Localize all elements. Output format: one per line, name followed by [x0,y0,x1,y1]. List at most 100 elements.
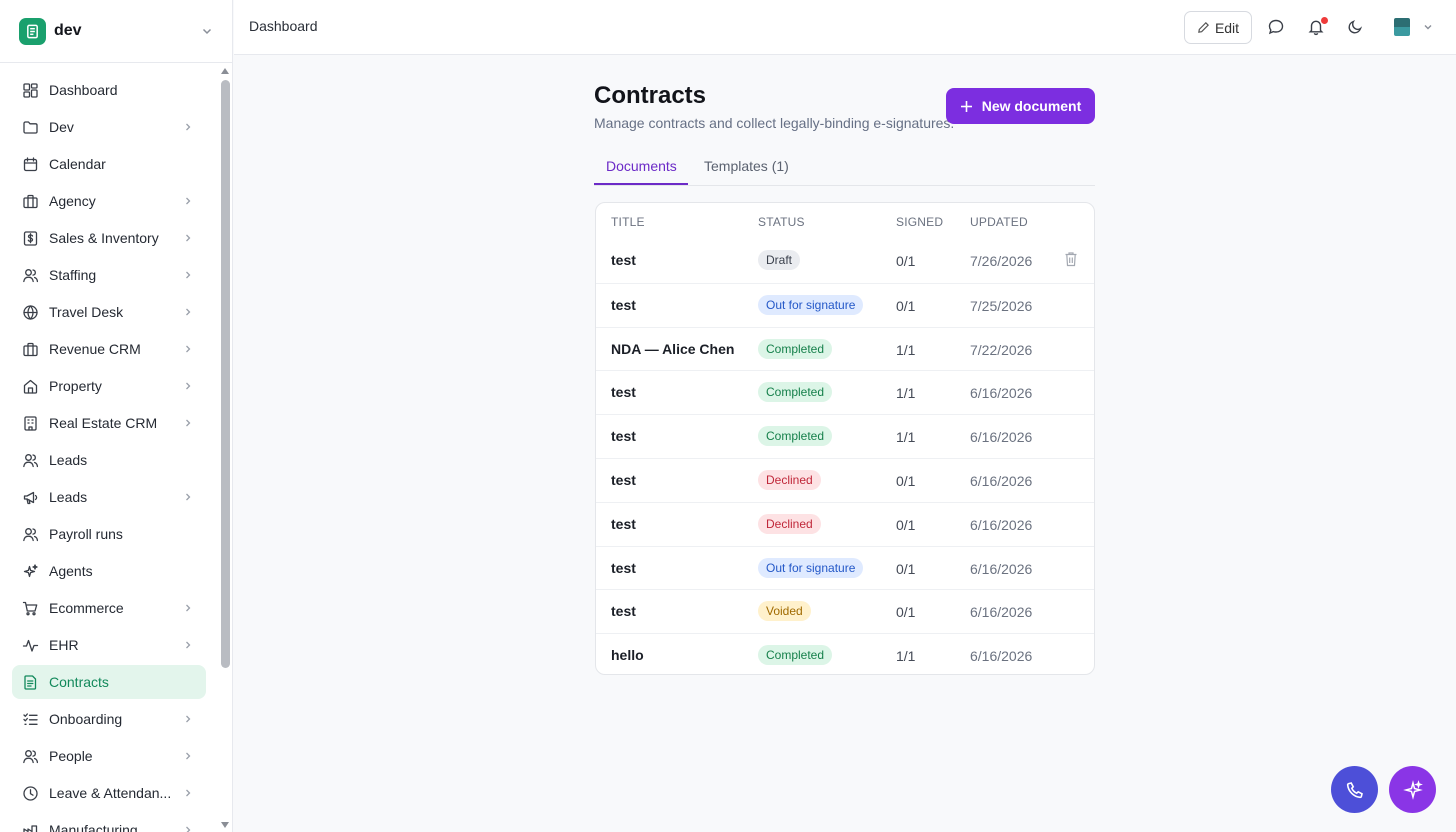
sidebar-item-manufacturing[interactable]: Manufacturing [12,813,206,832]
chat-icon[interactable] [1267,18,1285,36]
table-row[interactable]: test Completed 1/1 6/16/2026 [596,370,1094,414]
status-cell: Out for signature [758,557,864,578]
phone-icon [1346,781,1363,798]
sidebar-item-ehr[interactable]: EHR [12,628,206,662]
sidebar-item-travel-desk[interactable]: Travel Desk [12,295,206,329]
chevron-right-icon [186,715,191,723]
sidebar-item-payroll-runs[interactable]: Payroll runs [12,517,206,551]
signed-count: 0/1 [896,604,916,621]
sidebar-item-label: Agency [49,193,96,209]
table-row[interactable]: test Voided 0/1 6/16/2026 [596,589,1094,633]
sidebar-item-label: Property [49,378,102,394]
table-row[interactable]: hello Completed 1/1 6/16/2026 [596,633,1094,674]
sidebar-item-staffing[interactable]: Staffing [12,258,206,292]
sidebar-item-dashboard[interactable]: Dashboard [12,73,206,107]
activity-icon [22,639,39,652]
table-row[interactable]: test Declined 0/1 6/16/2026 [596,458,1094,502]
chevron-down-icon[interactable] [1422,21,1434,33]
sidebar-item-leads[interactable]: Leads [12,480,206,514]
document-title[interactable]: test [611,516,636,532]
users-icon [23,749,39,763]
tab-documents[interactable]: Documents [606,158,677,174]
sidebar-item-label: Leads [49,489,88,505]
sidebar-item-label: Contracts [49,674,109,690]
moon-icon[interactable] [1346,18,1364,36]
call-button[interactable] [1331,766,1378,813]
scroll-down-arrow-icon[interactable] [221,822,229,828]
plus-icon [960,100,972,112]
table-row[interactable]: test Completed 1/1 6/16/2026 [596,414,1094,458]
contracts-table: TITLE STATUS SIGNED UPDATED test Draft 0/1… [595,202,1095,675]
sidebar-item-leads[interactable]: Leads [12,443,206,477]
tab-templates[interactable]: Templates (1) [704,158,789,174]
sidebar-item-calendar[interactable]: Calendar [12,147,206,181]
sidebar-item-label: Revenue CRM [49,341,141,357]
updated-date: 7/26/2026 [970,253,1033,269]
signed-count: 0/1 [896,560,916,577]
sidebar-item-sales-inventory[interactable]: Sales & Inventory [12,221,206,255]
sidebar-item-property[interactable]: Property [12,369,206,403]
sidebar-item-label: Payroll runs [49,526,123,542]
document-title[interactable]: test [611,428,636,444]
sidebar-item-label: Ecommerce [49,600,124,616]
status-badge: Declined [758,513,821,534]
sidebar-item-leave-attendan[interactable]: Leave & Attendan... [12,776,206,810]
sidebar-item-onboarding[interactable]: Onboarding [12,702,206,736]
updated-date: 6/16/2026 [970,516,1033,533]
sidebar-item-people[interactable]: People [12,739,206,773]
trash-icon[interactable] [1064,251,1078,267]
new-document-button[interactable]: New document [946,88,1095,124]
column-header-updated[interactable]: UPDATED [970,215,1028,229]
document-title[interactable]: test [611,472,636,488]
document-title[interactable]: NDA — Alice Chen [611,341,734,357]
sidebar-item-label: Dashboard [49,82,118,98]
sidebar-item-agents[interactable]: Agents [12,554,206,588]
table-row[interactable]: test Out for signature 0/1 7/25/2026 [596,282,1094,327]
sidebar-item-contracts[interactable]: Contracts [12,665,206,699]
table-row[interactable]: test Out for signature 0/1 6/16/2026 [596,545,1094,590]
chevron-right-icon [186,641,191,649]
sidebar-item-real-estate-crm[interactable]: Real Estate CRM [12,406,206,440]
breadcrumb[interactable]: Dashboard [249,18,318,34]
sidebar-item-label: Travel Desk [49,304,124,320]
signed-count: 1/1 [896,648,916,665]
status-cell: Declined [758,513,821,534]
users-icon [23,527,39,541]
sidebar-item-label: Real Estate CRM [49,415,158,431]
scroll-up-arrow-icon[interactable] [221,68,229,74]
table-row[interactable]: NDA — Alice Chen Completed 1/1 7/22/2026 [596,326,1094,371]
edit-button[interactable]: Edit [1184,11,1252,44]
status-cell: Completed [758,645,833,666]
table-row[interactable]: test Draft 0/1 7/26/2026 [596,239,1094,283]
ai-assistant-button[interactable] [1389,766,1436,813]
column-header-title[interactable]: TITLE [611,215,645,229]
sidebar-item-label: Calendar [49,156,106,172]
sidebar-item-agency[interactable]: Agency [12,184,206,218]
document-title[interactable]: test [611,384,636,400]
document-title[interactable]: test [611,603,636,619]
chevron-down-icon [202,28,212,35]
chevron-right-icon [186,493,191,501]
signed-count: 1/1 [896,341,916,358]
sidebar-scrollbar-thumb[interactable] [221,80,230,668]
sidebar-item-label: Dev [49,119,74,135]
table-row[interactable]: test Declined 0/1 6/16/2026 [596,501,1094,546]
document-title[interactable]: test [611,252,636,268]
status-badge: Voided [758,601,811,622]
megaphone-icon [23,491,38,504]
chevron-right-icon [186,271,191,279]
workspace-switcher[interactable]: dev [0,0,232,63]
avatar[interactable] [1394,18,1410,36]
document-title[interactable]: test [611,560,636,576]
chevron-right-icon [186,345,191,353]
document-title[interactable]: hello [611,647,644,663]
sidebar-nav: Dashboard Dev Calendar Agency Sales & Invent… [12,73,206,832]
status-badge: Completed [758,382,833,403]
sidebar-item-dev[interactable]: Dev [12,110,206,144]
sidebar-item-revenue-crm[interactable]: Revenue CRM [12,332,206,366]
column-header-status[interactable]: STATUS [758,215,805,229]
sidebar-item-ecommerce[interactable]: Ecommerce [12,591,206,625]
column-header-signed[interactable]: SIGNED [896,215,943,229]
sidebar-item-label: Leave & Attendan... [49,785,172,801]
document-title[interactable]: test [611,297,636,313]
